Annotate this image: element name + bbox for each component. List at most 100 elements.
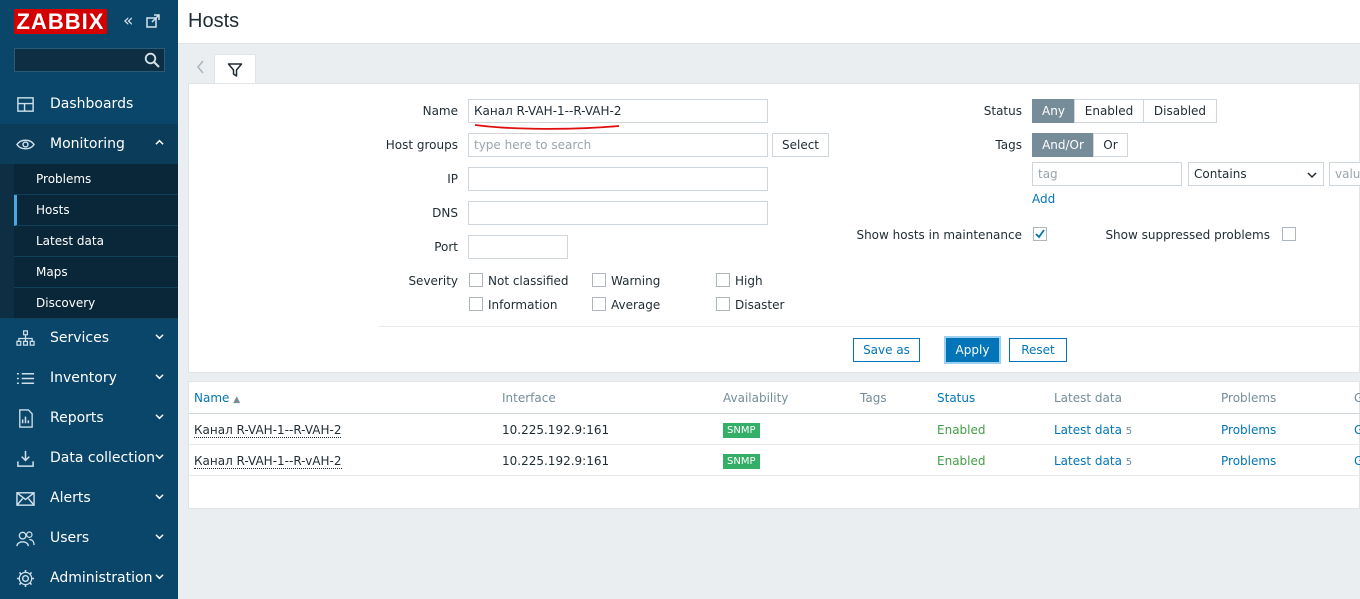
mail-icon — [15, 491, 35, 506]
kiosk-mode-icon[interactable] — [146, 14, 160, 28]
table-row-graphs-link[interactable]: G — [1354, 423, 1360, 437]
nav-inventory[interactable]: Inventory — [0, 358, 178, 398]
severity-disaster-checkbox[interactable] — [716, 297, 730, 311]
hosts-table: Name ▲ Interface Availability Tags Statu… — [188, 381, 1360, 509]
row-divider — [189, 444, 1360, 445]
red-underline-annotation — [474, 124, 620, 130]
status-any-option[interactable]: Any — [1032, 99, 1075, 123]
tag-value-input[interactable]: value — [1329, 162, 1360, 186]
search-icon[interactable] — [144, 52, 160, 68]
host-groups-input[interactable]: type here to search — [468, 133, 768, 157]
chevron-down-icon — [155, 414, 164, 420]
collapse-sidebar-icon[interactable]: « — [123, 10, 133, 32]
severity-not-classified-checkbox[interactable] — [469, 273, 483, 287]
table-row-latest-data[interactable]: Latest data 5 — [1054, 423, 1132, 437]
nav-users-label: Users — [50, 530, 90, 546]
sub-item-discovery[interactable]: Discovery — [14, 288, 178, 319]
tag-operator-select[interactable]: Contains — [1188, 162, 1324, 186]
sub-item-problems[interactable]: Problems — [14, 164, 178, 195]
severity-disaster-label: Disaster — [735, 298, 785, 312]
sidebar-search-input[interactable] — [14, 48, 165, 72]
chevron-down-icon — [155, 334, 164, 340]
zabbix-logo[interactable]: ZABBIX — [14, 9, 107, 34]
col-name-header[interactable]: Name ▲ — [194, 391, 240, 405]
suppressed-checkbox[interactable] — [1282, 227, 1296, 241]
col-graphs-header: G — [1354, 391, 1360, 405]
nav-administration[interactable]: Administration — [0, 558, 178, 598]
dns-label: DNS — [432, 206, 458, 220]
severity-label: Severity — [408, 274, 458, 288]
chevron-up-icon — [155, 139, 164, 145]
maintenance-checkbox[interactable] — [1033, 227, 1047, 241]
severity-warning-label: Warning — [611, 274, 661, 288]
tags-or-option[interactable]: Or — [1093, 133, 1128, 157]
table-row-status[interactable]: Enabled — [937, 454, 986, 468]
snmp-availability-badge[interactable]: SNMP — [723, 454, 760, 469]
chevron-down-icon — [155, 374, 164, 380]
table-row-problems-link[interactable]: Problems — [1221, 423, 1276, 437]
page-title: Hosts — [188, 10, 240, 32]
col-latest-data-header: Latest data — [1054, 391, 1122, 405]
sub-item-maps[interactable]: Maps — [14, 257, 178, 288]
table-row-host-name[interactable]: Канал R-VAH-1--R-vAH-2 — [194, 454, 342, 469]
nav-monitoring[interactable]: Monitoring — [0, 124, 178, 164]
apply-button[interactable]: Apply — [946, 338, 999, 362]
filter-icon — [227, 62, 243, 77]
add-tag-link[interactable]: Add — [1032, 192, 1055, 206]
severity-information-label: Information — [488, 298, 558, 312]
table-row-latest-data[interactable]: Latest data 5 — [1054, 454, 1132, 468]
status-enabled-option[interactable]: Enabled — [1074, 99, 1144, 123]
col-interface-header: Interface — [502, 391, 556, 405]
snmp-availability-badge[interactable]: SNMP — [723, 423, 760, 438]
dns-input[interactable] — [468, 201, 768, 225]
severity-high-checkbox[interactable] — [716, 273, 730, 287]
table-row-host-name[interactable]: Канал R-VAH-1--R-VAH-2 — [194, 423, 342, 438]
table-row-problems-link[interactable]: Problems — [1221, 454, 1276, 468]
nav-services[interactable]: Services — [0, 318, 178, 358]
row-divider — [189, 475, 1360, 476]
status-disabled-option[interactable]: Disabled — [1143, 99, 1217, 123]
col-tags-header: Tags — [860, 391, 887, 405]
filter-tab[interactable] — [214, 54, 256, 84]
nav-administration-label: Administration — [50, 570, 153, 586]
nav-dashboards-label: Dashboards — [50, 96, 134, 112]
nav-reports-label: Reports — [50, 410, 104, 426]
severity-information-checkbox[interactable] — [469, 297, 483, 311]
nav-users[interactable]: Users — [0, 518, 178, 558]
table-row-graphs-link[interactable]: G — [1354, 454, 1360, 468]
name-input[interactable]: Канал R-VAH-1--R-VAH-2 — [468, 99, 768, 123]
nav-data-collection[interactable]: Data collection — [0, 438, 178, 478]
list-icon — [16, 372, 34, 384]
severity-warning-checkbox[interactable] — [592, 273, 606, 287]
reset-button[interactable]: Reset — [1009, 338, 1067, 362]
severity-average-checkbox[interactable] — [592, 297, 606, 311]
users-icon — [15, 530, 35, 546]
tag-name-input[interactable]: tag — [1032, 162, 1182, 186]
sub-item-latest-data[interactable]: Latest data — [14, 226, 178, 257]
nav-alerts[interactable]: Alerts — [0, 478, 178, 518]
nav-alerts-label: Alerts — [50, 490, 91, 506]
sort-asc-icon: ▲ — [233, 395, 241, 405]
dashboard-icon — [16, 96, 34, 112]
chevron-left-icon[interactable] — [194, 58, 208, 76]
port-input[interactable] — [468, 235, 568, 259]
nav-dashboards[interactable]: Dashboards — [0, 84, 178, 124]
tags-label: Tags — [995, 138, 1022, 152]
save-as-button[interactable]: Save as — [853, 338, 920, 362]
nav-reports[interactable]: Reports — [0, 398, 178, 438]
sub-item-hosts[interactable]: Hosts — [14, 195, 178, 226]
chevron-down-icon — [155, 454, 164, 460]
ip-input[interactable] — [468, 167, 768, 191]
chevron-down-icon — [155, 494, 164, 500]
nav-data-collection-label: Data collection — [50, 450, 156, 466]
col-status-header[interactable]: Status — [937, 391, 975, 405]
checkmark-icon — [1035, 229, 1045, 239]
col-availability-header: Availability — [723, 391, 789, 405]
tags-andor-option[interactable]: And/Or — [1032, 133, 1094, 157]
host-groups-select-button[interactable]: Select — [772, 133, 829, 157]
tag-operator-value: Contains — [1194, 167, 1247, 181]
chevron-down-icon — [1307, 172, 1317, 179]
table-row-status[interactable]: Enabled — [937, 423, 986, 437]
status-label: Status — [983, 104, 1022, 118]
nav-inventory-label: Inventory — [50, 370, 117, 386]
